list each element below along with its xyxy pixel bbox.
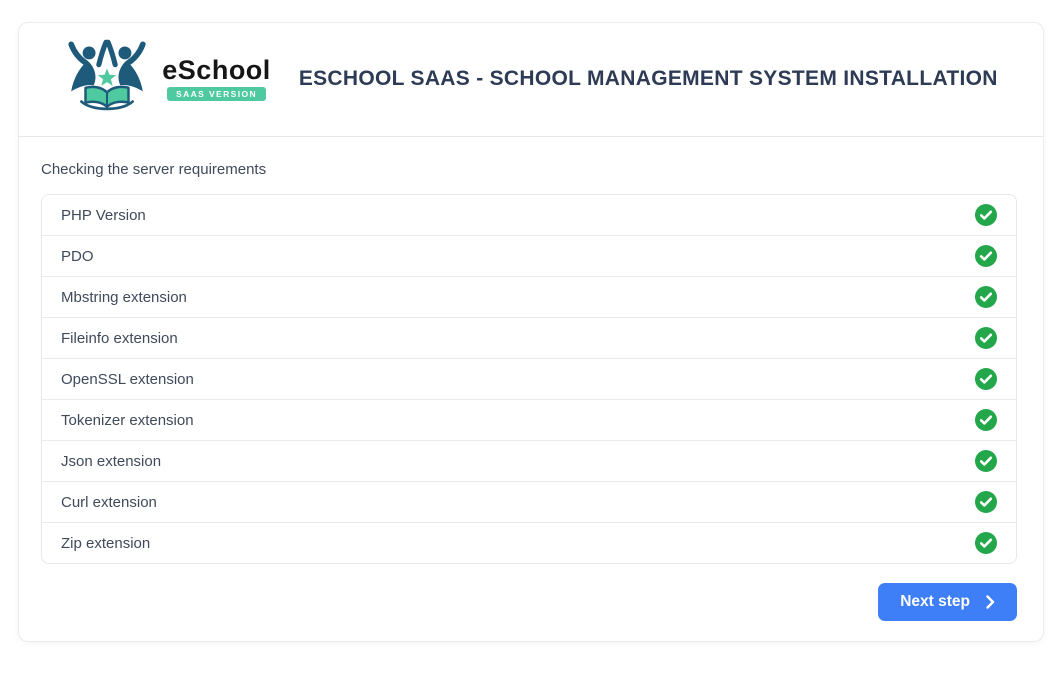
requirement-row: Fileinfo extension: [42, 318, 1016, 359]
requirement-label: PHP Version: [61, 207, 146, 224]
requirement-label: Tokenizer extension: [61, 412, 194, 429]
header: eSchool SAAS VERSION ESCHOOL SAAS - SCHO…: [19, 23, 1043, 137]
requirement-row: Curl extension: [42, 482, 1016, 523]
requirement-row: OpenSSL extension: [42, 359, 1016, 400]
check-circle-icon: [975, 286, 997, 308]
requirement-label: Zip extension: [61, 535, 150, 552]
next-step-label: Next step: [900, 593, 970, 611]
requirement-row: Mbstring extension: [42, 277, 1016, 318]
brand-badge: SAAS VERSION: [167, 87, 266, 101]
requirement-label: OpenSSL extension: [61, 371, 194, 388]
requirement-label: Fileinfo extension: [61, 330, 178, 347]
requirement-row: PDO: [42, 236, 1016, 277]
requirement-row: Json extension: [42, 441, 1016, 482]
check-circle-icon: [975, 245, 997, 267]
next-step-button[interactable]: Next step: [878, 583, 1017, 621]
chevron-right-icon: [986, 595, 995, 609]
check-circle-icon: [975, 409, 997, 431]
requirement-label: Json extension: [61, 453, 161, 470]
installer-card: eSchool SAAS VERSION ESCHOOL SAAS - SCHO…: [18, 22, 1044, 642]
check-circle-icon: [975, 491, 997, 513]
check-circle-icon: [975, 204, 997, 226]
brand-logo: eSchool SAAS VERSION: [64, 39, 271, 118]
check-circle-icon: [975, 532, 997, 554]
main-content: Checking the server requirements PHP Ver…: [19, 137, 1043, 641]
requirement-label: Curl extension: [61, 494, 157, 511]
requirement-label: PDO: [61, 248, 94, 265]
page-title: ESCHOOL SAAS - SCHOOL MANAGEMENT SYSTEM …: [299, 67, 998, 91]
check-circle-icon: [975, 368, 997, 390]
requirement-row: PHP Version: [42, 195, 1016, 236]
requirement-label: Mbstring extension: [61, 289, 187, 306]
requirement-row: Zip extension: [42, 523, 1016, 563]
actions-bar: Next step: [41, 583, 1017, 621]
requirement-row: Tokenizer extension: [42, 400, 1016, 441]
brand-name: eSchool: [162, 56, 271, 84]
check-circle-icon: [975, 450, 997, 472]
section-label: Checking the server requirements: [41, 161, 1017, 178]
requirements-list: PHP Version PDO Mbstring extension Fileinfo…: [41, 194, 1017, 564]
people-star-book-logo-icon: [64, 39, 150, 118]
check-circle-icon: [975, 327, 997, 349]
